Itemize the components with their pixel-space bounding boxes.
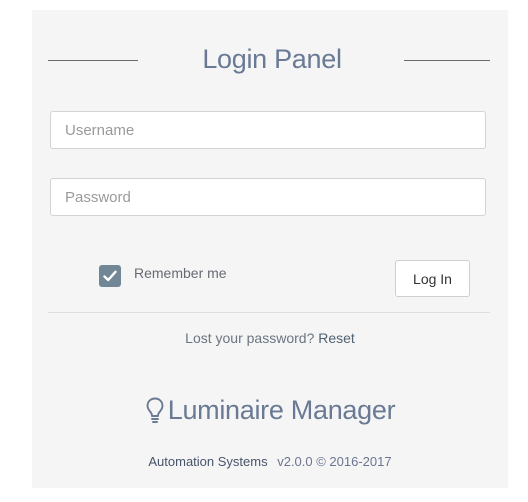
lightbulb-icon [146,397,164,423]
header-divider-right [404,60,490,61]
panel-header: Login Panel [32,40,508,80]
remember-me-label[interactable]: Remember me [134,265,227,281]
remember-me-checkbox[interactable]: Remember me [99,264,227,288]
panel-title: Login Panel [202,44,342,74]
login-panel: Login Panel Remember me Log In Lost your… [32,10,508,488]
brand-logo: Luminaire Manager [32,394,508,426]
login-button[interactable]: Log In [395,260,470,297]
divider [48,312,490,313]
reset-password-link[interactable]: Reset [318,330,355,346]
company-name: Automation Systems [148,454,268,469]
brand-name: Luminaire Manager [167,394,396,425]
checkbox-checked-icon[interactable] [99,265,121,287]
lost-password-text: Lost your password? [185,330,315,346]
version-info: v2.0.0 © 2016-2017 [277,454,392,469]
username-input[interactable] [50,111,486,149]
footer: Automation Systems v2.0.0 © 2016-2017 [32,454,508,469]
header-divider-left [48,60,138,61]
password-recovery: Lost your password? Reset [32,330,508,346]
password-input[interactable] [50,178,486,216]
